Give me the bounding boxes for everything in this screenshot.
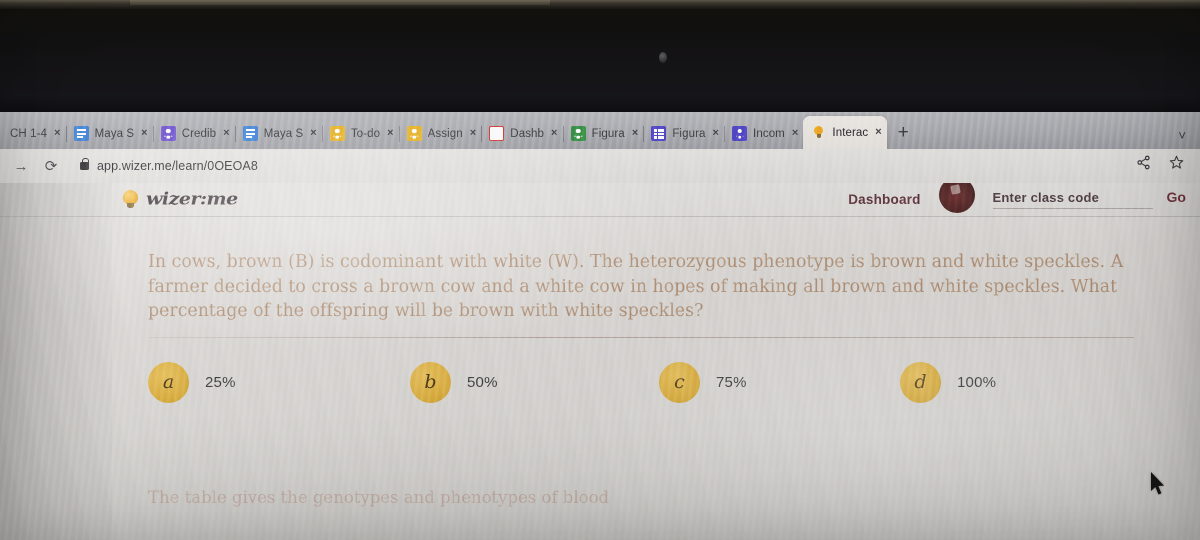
option-label: 100%: [957, 373, 997, 391]
bezel-top-edge: [0, 0, 1200, 9]
option-label: 75%: [716, 373, 747, 391]
browser-tab[interactable]: Figura ×: [563, 118, 645, 149]
browser-tab[interactable]: Incom ×: [724, 118, 803, 149]
answer-option-d[interactable]: d 100%: [900, 361, 997, 403]
lightbulb-icon: [122, 190, 139, 208]
person-blue-icon: [732, 126, 748, 141]
class-code-group: Enter class code Go: [992, 189, 1186, 209]
forward-button[interactable]: →: [8, 153, 34, 179]
tab-title: Dashb: [510, 127, 545, 140]
chevron-down-icon[interactable]: ˅: [1178, 129, 1186, 142]
person-yellow-icon: [406, 126, 422, 141]
browser-window: CH 1-4 × Maya S × Credib × Maya S × To-d…: [0, 112, 1200, 540]
tab-title: CH 1-4: [10, 127, 48, 140]
brand-name: wizer:me: [146, 188, 238, 209]
doc-icon: [242, 126, 258, 141]
doc-icon: [73, 126, 89, 141]
site-header: wizer:me Dashboard Enter class code Go: [0, 183, 1200, 217]
lock-icon: [80, 157, 89, 170]
url-text: app.wizer.me/learn/0OEOA8: [97, 159, 258, 173]
new-tab-button[interactable]: +: [887, 123, 920, 149]
tab-title: To-do: [350, 127, 381, 140]
avatar[interactable]: [938, 183, 975, 213]
reload-button[interactable]: ⟳: [38, 153, 64, 179]
tab-close-icon[interactable]: ×: [387, 128, 394, 139]
person-green-icon: [570, 126, 586, 141]
tab-title: Credib: [181, 127, 217, 140]
toolbar-actions: [1136, 155, 1184, 170]
option-letter-bubble: c: [659, 361, 700, 403]
browser-tab-strip: CH 1-4 × Maya S × Credib × Maya S × To-d…: [0, 112, 1200, 149]
question-block: In cows, brown (B) is codominant with wh…: [0, 217, 1200, 403]
lightbulb-icon: [811, 125, 826, 140]
dashboard-link[interactable]: Dashboard: [848, 192, 920, 207]
next-question-preview: The table gives the genotypes and phenot…: [148, 488, 610, 507]
bookmark-star-icon[interactable]: [1169, 155, 1184, 170]
browser-tab-active[interactable]: Interac ×: [803, 116, 887, 149]
tab-title: Incom: [753, 127, 785, 140]
browser-tab[interactable]: CH 1-4 ×: [2, 118, 67, 149]
tab-title: Maya S: [263, 127, 304, 140]
tab-title: Figura: [672, 127, 706, 140]
option-label: 25%: [205, 373, 236, 391]
answer-option-b[interactable]: b 50%: [410, 361, 659, 403]
question-text: In cows, brown (B) is codominant with wh…: [148, 252, 1124, 322]
browser-tab[interactable]: Maya S ×: [66, 118, 154, 149]
tab-close-icon[interactable]: ×: [713, 128, 720, 139]
divider: [150, 336, 1134, 338]
address-bar[interactable]: app.wizer.me/learn/0OEOA8: [80, 157, 258, 173]
tab-close-icon[interactable]: ×: [310, 128, 317, 139]
browser-tab[interactable]: M Dashb ×: [481, 118, 564, 149]
browser-tab[interactable]: Credib ×: [153, 118, 236, 149]
tab-close-icon[interactable]: ×: [470, 128, 477, 139]
option-letter-bubble: b: [410, 361, 451, 403]
answer-options: a 25% b 50% c 75% d 100%: [148, 361, 1148, 403]
person-yellow-icon: [329, 126, 345, 141]
page-content: wizer:me Dashboard Enter class code Go I…: [0, 183, 1200, 540]
tab-title: Figura: [591, 127, 625, 140]
tab-close-icon[interactable]: ×: [141, 128, 148, 139]
share-icon[interactable]: [1136, 155, 1151, 170]
option-letter-bubble: d: [900, 361, 941, 403]
wizer-logo[interactable]: wizer:me: [0, 188, 238, 210]
spreadsheet-icon: [651, 126, 667, 141]
tab-close-icon[interactable]: ×: [551, 128, 558, 139]
tab-title: Interac: [832, 126, 869, 139]
m-icon: M: [489, 126, 505, 141]
browser-tab[interactable]: To-do ×: [322, 118, 400, 149]
go-button[interactable]: Go: [1167, 189, 1186, 205]
tab-close-icon[interactable]: ×: [223, 128, 230, 139]
browser-tab[interactable]: Assign ×: [399, 118, 483, 149]
answer-option-c[interactable]: c 75%: [659, 361, 900, 403]
option-letter-bubble: a: [148, 361, 189, 403]
tab-close-icon[interactable]: ×: [875, 127, 882, 138]
answer-option-a[interactable]: a 25%: [148, 361, 410, 403]
tab-title: Assign: [427, 127, 463, 140]
tab-close-icon[interactable]: ×: [54, 128, 61, 139]
tab-close-icon[interactable]: ×: [632, 128, 639, 139]
webcam-icon: [659, 52, 667, 63]
tab-title: Maya S: [94, 127, 135, 140]
header-right: Dashboard Enter class code Go: [848, 183, 1186, 213]
option-label: 50%: [467, 373, 498, 391]
screenshot-root: CH 1-4 × Maya S × Credib × Maya S × To-d…: [0, 0, 1200, 540]
tab-close-icon[interactable]: ×: [792, 128, 799, 139]
class-code-input[interactable]: Enter class code: [992, 190, 1153, 209]
browser-tab[interactable]: Figura ×: [643, 118, 726, 149]
laptop-bezel: [0, 0, 1200, 114]
classroom-person-icon: [160, 126, 176, 141]
browser-tab[interactable]: Maya S ×: [235, 118, 323, 149]
browser-toolbar: → ⟳ app.wizer.me/learn/0OEOA8: [0, 149, 1200, 183]
